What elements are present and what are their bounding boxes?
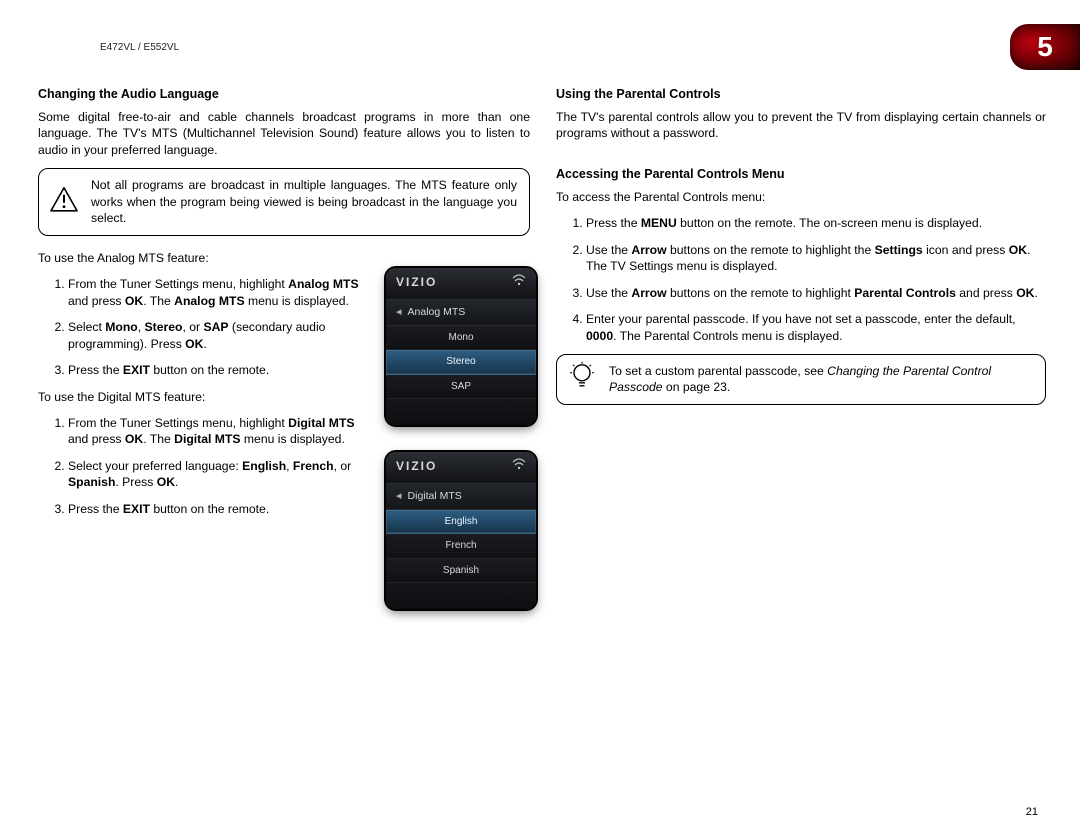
step: Enter your parental passcode. If you hav… bbox=[586, 311, 1046, 344]
heading-audio-language: Changing the Audio Language bbox=[38, 86, 530, 103]
back-arrow-icon: ◂ bbox=[396, 489, 402, 504]
right-column: Using the Parental Controls The TV's par… bbox=[556, 86, 1046, 419]
intro-paragraph: Some digital free-to-air and cable chann… bbox=[38, 109, 530, 158]
menu-crumb: Analog MTS bbox=[408, 305, 466, 319]
analog-lead: To use the Analog MTS feature: bbox=[38, 250, 530, 266]
chapter-tab: 5 bbox=[1010, 24, 1080, 70]
tv-menu-digital: VIZIO ◂ Digital MTS EnglishFrenchSpanish bbox=[386, 452, 536, 609]
heading-parental: Using the Parental Controls bbox=[556, 86, 1046, 103]
menu-option: Stereo bbox=[386, 350, 536, 375]
tv-brand: VIZIO bbox=[396, 458, 437, 474]
para-parental: The TV's parental controls allow you to … bbox=[556, 109, 1046, 142]
tv-menu-analog: VIZIO ◂ Analog MTS MonoStereoSAP bbox=[386, 268, 536, 425]
tip-text: To set a custom parental passcode, see C… bbox=[609, 364, 991, 394]
step: Select Mono, Stereo, or SAP (secondary a… bbox=[68, 319, 368, 352]
step: Use the Arrow buttons on the remote to h… bbox=[586, 242, 1046, 275]
access-steps: Press the MENU button on the remote. The… bbox=[556, 215, 1046, 344]
page-number: 21 bbox=[1026, 806, 1038, 818]
note-mts-text: Not all programs are broadcast in multip… bbox=[91, 178, 517, 225]
note-mts: Not all programs are broadcast in multip… bbox=[38, 168, 530, 235]
menu-option: French bbox=[386, 534, 536, 559]
step: Select your preferred language: English,… bbox=[68, 458, 368, 491]
manual-page: 5 E472VL / E552VL Changing the Audio Lan… bbox=[0, 0, 1080, 834]
wifi-icon bbox=[512, 274, 526, 291]
menu-option: SAP bbox=[386, 375, 536, 400]
left-column: Changing the Audio Language Some digital… bbox=[38, 86, 530, 527]
tv-brand: VIZIO bbox=[396, 274, 437, 290]
wifi-icon bbox=[512, 458, 526, 475]
step: Press the EXIT button on the remote. bbox=[68, 362, 368, 378]
lightbulb-icon bbox=[567, 361, 597, 397]
step: Press the EXIT button on the remote. bbox=[68, 501, 368, 517]
menu-option: Mono bbox=[386, 326, 536, 351]
step: Press the MENU button on the remote. The… bbox=[586, 215, 1046, 231]
para-access-lead: To access the Parental Controls menu: bbox=[556, 189, 1046, 205]
tip-passcode: To set a custom parental passcode, see C… bbox=[556, 354, 1046, 405]
step: From the Tuner Settings menu, highlight … bbox=[68, 276, 368, 309]
menu-option: English bbox=[386, 510, 536, 535]
back-arrow-icon: ◂ bbox=[396, 305, 402, 320]
step: Use the Arrow buttons on the remote to h… bbox=[586, 285, 1046, 301]
menu-option: Spanish bbox=[386, 559, 536, 584]
menu-crumb: Digital MTS bbox=[408, 489, 462, 503]
step: From the Tuner Settings menu, highlight … bbox=[68, 415, 368, 448]
heading-access: Accessing the Parental Controls Menu bbox=[556, 166, 1046, 183]
warning-icon bbox=[49, 186, 79, 218]
model-label: E472VL / E552VL bbox=[100, 42, 179, 53]
chapter-number: 5 bbox=[1037, 31, 1053, 63]
